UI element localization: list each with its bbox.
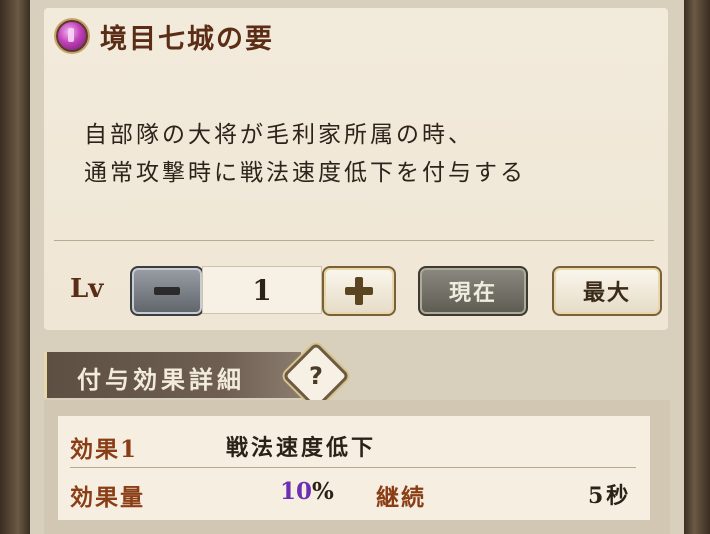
description-line-2: 通常攻撃時に戦法速度低下を付与する bbox=[84, 160, 526, 186]
amount-value: 10% bbox=[280, 478, 334, 505]
skill-detail-panel: 境目七城の要 自部隊の大将が毛利家所属の時、 通常攻撃時に戦法速度低下を付与する… bbox=[30, 0, 684, 534]
amount-unit: % bbox=[312, 478, 334, 505]
effect-label: 効果1 bbox=[70, 436, 139, 463]
amount-row: 効果量 10% 継続 5秒 bbox=[70, 472, 636, 516]
skill-card: 境目七城の要 自部隊の大将が毛利家所属の時、 通常攻撃時に戦法速度低下を付与する… bbox=[44, 8, 668, 330]
left-frame bbox=[0, 0, 30, 534]
effect-details-header: 付与効果詳細 bbox=[44, 352, 301, 398]
level-label: Lv bbox=[70, 274, 104, 304]
current-level-button[interactable]: 現在 bbox=[418, 266, 528, 316]
help-icon-glyph: ? bbox=[309, 362, 323, 390]
gem-icon bbox=[56, 20, 88, 52]
level-value: 1 bbox=[202, 266, 322, 314]
level-decrease-button[interactable] bbox=[130, 266, 204, 316]
skill-description: 自部隊の大将が毛利家所属の時、 通常攻撃時に戦法速度低下を付与する bbox=[84, 116, 526, 192]
level-row: Lv 1 現在 最大 bbox=[44, 260, 668, 320]
skill-title-row: 境目七城の要 bbox=[56, 18, 274, 55]
effect-details-section: 効果1 戦法速度低下 効果量 10% 継続 5秒 bbox=[44, 400, 670, 534]
section-title: 付与効果詳細 bbox=[77, 365, 245, 394]
effect-name: 戦法速度低下 bbox=[226, 435, 377, 461]
skill-title: 境目七城の要 bbox=[100, 23, 274, 55]
level-increase-button[interactable] bbox=[322, 266, 396, 316]
effect-row: 効果1 戦法速度低下 bbox=[70, 424, 636, 464]
minus-icon bbox=[154, 287, 180, 295]
divider bbox=[54, 240, 654, 241]
duration-label: 継続 bbox=[376, 484, 426, 511]
duration-value: 5秒 bbox=[588, 483, 632, 509]
description-line-1: 自部隊の大将が毛利家所属の時、 bbox=[84, 122, 474, 148]
effect-table: 効果1 戦法速度低下 効果量 10% 継続 5秒 bbox=[58, 416, 650, 520]
max-level-button[interactable]: 最大 bbox=[552, 266, 662, 316]
right-frame bbox=[684, 0, 710, 534]
plus-icon-vertical bbox=[355, 277, 363, 305]
row-divider bbox=[70, 467, 636, 468]
amount-label: 効果量 bbox=[70, 484, 145, 511]
amount-number: 10 bbox=[280, 478, 313, 505]
